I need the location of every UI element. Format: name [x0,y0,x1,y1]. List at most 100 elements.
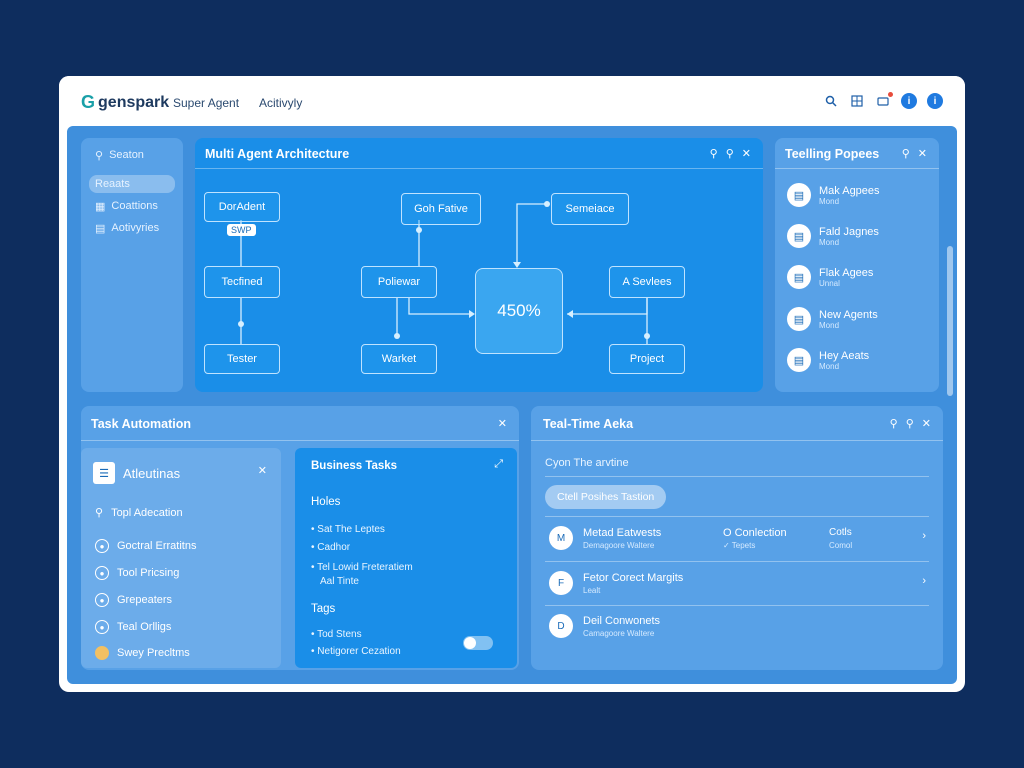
list-item[interactable]: ▤ Fald Jagnes Mond [787,224,879,248]
expand-icon[interactable]: ⤢ [494,458,503,471]
section-heading: Holes [311,496,341,508]
top-bar: G genspark Super Agent Acitivyly i i [59,76,965,126]
sidebar-item-search[interactable]: ⚲ Seaton [89,146,150,164]
notification-icon[interactable] [875,92,893,109]
circle-icon: ● [95,566,109,580]
divider [545,561,929,562]
divider [545,516,929,517]
grid-icon[interactable] [849,93,865,109]
bullet-item: • Tel Lowid Freteratiem [311,562,413,573]
panel-title: Teal-Time Aeka [543,417,634,431]
bullet-item: • Sat The Leptes [311,524,385,535]
node-tag: SWP [227,224,256,236]
chart-icon: ▤ [95,222,106,235]
node-semeiace[interactable]: Semeiace [551,193,629,225]
nav-activity[interactable]: Acitivyly [259,96,302,110]
divider [775,168,939,169]
hub-node[interactable]: 450% [475,268,563,354]
document-icon: ▤ [787,265,811,289]
circle-icon: ● [95,539,109,553]
list-icon: ☰ [93,462,115,484]
info-icon[interactable]: i [901,93,917,109]
panel-actions: ✕ [498,417,507,430]
close-icon[interactable]: ✕ [918,147,927,160]
list-item[interactable]: ● Tool Pricsing [95,566,179,580]
close-icon[interactable]: ✕ [498,417,507,430]
list-item[interactable]: ⚲ Topl Adecation [95,506,183,520]
panel-title: Teelling Popees [785,147,880,161]
search-icon[interactable]: ⚲ [890,417,898,430]
node-project[interactable]: Project [609,344,685,374]
panel-actions: ⚲ ⚲ ✕ [890,417,931,430]
panel-actions: ⚲ ✕ [902,147,927,160]
nav-super-agent[interactable]: Super Agent [173,96,239,110]
link-icon: ⚲ [95,149,104,162]
architecture-panel: Multi Agent Architecture ⚲ ⚲ ✕ DorAdent … [195,138,763,392]
card-title: Business Tasks [311,460,398,472]
sidebar-item-reaats[interactable]: Reaats [89,175,175,193]
card-title: Atleutinas [123,466,181,481]
sidebar-item-coattions[interactable]: ▦ Coattions [89,197,164,215]
avatar-icon [95,646,109,660]
circle-icon: ● [95,620,109,634]
chevron-right-icon: › [922,575,926,587]
pages-panel: Teelling Popees ⚲ ✕ ▤ Mak Agpees Mond ▤ F… [775,138,939,392]
node-tester[interactable]: Tester [204,344,280,374]
brand-logo[interactable]: G genspark [81,92,169,113]
search-icon: ⚲ [95,507,104,519]
divider [531,440,943,441]
sidebar-item-aotivyries[interactable]: ▤ Aotivyries [89,219,165,237]
toggle-switch[interactable] [463,636,493,650]
list-item[interactable]: Swey Precltms [95,646,190,660]
row-icon: F [549,571,573,595]
search-icon[interactable] [823,93,839,109]
bullet-continuation: Aal Tinte [320,576,359,587]
task-automation-panel: Task Automation ✕ ☰ Atleutinas ✕ ⚲ Topl A… [81,406,519,670]
close-icon[interactable]: ✕ [922,417,931,430]
list-item[interactable]: ▤ Hey Aeats Mond [787,348,869,372]
document-icon: ▤ [787,348,811,372]
list-item[interactable]: ● Goctral Erratitns [95,539,196,553]
node-warket[interactable]: Warket [361,344,437,374]
bullet-item: • Cadhor [311,542,351,553]
brand-icon: G [81,92,96,112]
info-icon[interactable]: i [927,93,943,109]
scrollbar[interactable] [947,246,953,396]
notification-dot [888,92,893,97]
list-item[interactable]: ▤ Flak Agees Unnal [787,265,873,289]
sidebar: ⚲ Seaton Reaats ▦ Coattions ▤ Aotivyries [81,138,183,392]
node-poliewar[interactable]: Poliewar [361,266,437,298]
divider [81,440,519,441]
list-item[interactable]: ● Grepeaters [95,593,172,607]
app-window: G genspark Super Agent Acitivyly i i ⚲ S [59,76,965,692]
panel-title: Task Automation [91,417,192,431]
row-icon: D [549,614,573,638]
node-goh-fative[interactable]: Goh Fative [401,193,481,225]
business-tasks-card: Business Tasks ⤢ Holes • Sat The Leptes … [295,448,517,668]
search-input[interactable]: Cyon The arvtine [545,457,629,469]
table-row[interactable]: F Fetor Corect Margits Lealt › [545,563,930,603]
zoom-icon[interactable]: ⚲ [906,417,914,430]
bullet-item: • Tod Stens [311,629,362,640]
primary-button[interactable]: Ctell Posihes Tastion [545,485,667,509]
table-row[interactable]: D Deil Conwonets Camagoore Waltere [545,606,930,646]
document-icon: ▤ [787,224,811,248]
row-icon: M [549,526,573,550]
attentions-card: ☰ Atleutinas ✕ ⚲ Topl Adecation ● Goctral … [81,448,281,668]
node-a-sevlees[interactable]: A Sevlees [609,266,685,298]
list-item[interactable]: ▤ New Agents Mond [787,307,878,331]
grid-icon: ▦ [95,200,106,213]
toggle-knob [464,637,476,649]
node-dorradent[interactable]: DorAdent [204,192,280,222]
list-item[interactable]: ▤ Mak Agpees Mond [787,183,880,207]
close-icon[interactable]: ✕ [258,464,267,477]
document-icon: ▤ [787,307,811,331]
document-icon: ▤ [787,183,811,207]
list-item[interactable]: ● Teal Orlligs [95,620,171,634]
top-icons: i i [823,92,943,109]
table-row[interactable]: M Metad Eatwests Demagoore Waltere O Con… [545,518,930,558]
node-tecfined[interactable]: Tecfined [204,266,280,298]
section-heading: Tags [311,603,336,615]
search-icon[interactable]: ⚲ [902,147,910,160]
workspace: ⚲ Seaton Reaats ▦ Coattions ▤ Aotivyries… [67,126,957,684]
